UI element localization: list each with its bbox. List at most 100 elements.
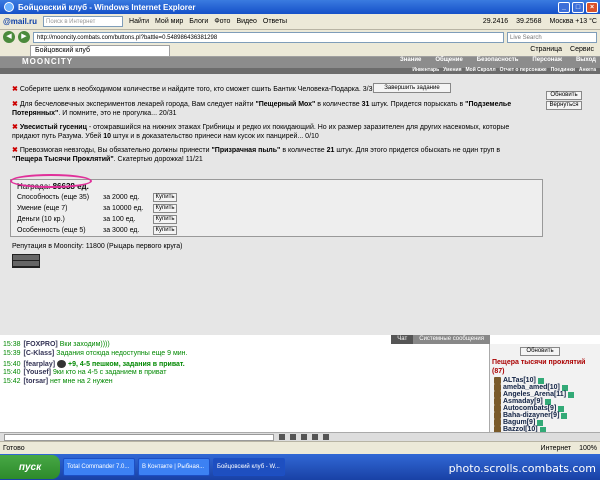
menu-exit[interactable]: Выход xyxy=(576,57,596,63)
info-icon xyxy=(537,419,544,426)
start-button[interactable]: пуск xyxy=(0,455,60,479)
menu-character[interactable]: Персонаж xyxy=(532,57,562,63)
chat-message: 15:40 [Yousef] 9ки кто на 4-5 с заданием … xyxy=(3,369,167,376)
list-item[interactable]: ameba_amed[10] xyxy=(494,384,568,391)
send-icon[interactable] xyxy=(279,434,285,440)
chat-input[interactable] xyxy=(4,433,274,441)
list-item[interactable]: Baha-dizayner[9] xyxy=(494,412,568,419)
list-refresh-button[interactable]: Обновить xyxy=(520,347,560,356)
mailbar-item-blogs[interactable]: Блоги xyxy=(189,18,208,25)
avatar-icon xyxy=(494,419,501,426)
counter-badge xyxy=(12,254,40,268)
avatar-icon xyxy=(494,391,501,398)
menu-security[interactable]: Безопасность xyxy=(477,57,519,63)
chat-nick[interactable]: [FOXPRO] xyxy=(24,341,58,348)
avatar-icon xyxy=(494,405,501,412)
reputation-text: Репутация в Mooncity: 11800 (Рыцарь перв… xyxy=(12,243,183,250)
status-text: Готово xyxy=(3,444,25,452)
info-icon xyxy=(568,391,575,398)
list-item[interactable]: ALTas[10] xyxy=(494,377,544,384)
reward-row: Способность (еще 35) за 2000 ед. Купить xyxy=(17,193,177,202)
buy-skill-button[interactable]: Купить xyxy=(153,204,177,213)
maximize-button[interactable]: □ xyxy=(572,1,584,13)
settings-icon[interactable] xyxy=(323,434,329,440)
window-title: Бойцовский клуб - Windows Internet Explo… xyxy=(18,2,196,12)
currency-rate-usd: 29.2416 xyxy=(482,18,509,25)
game-sub-menu: Инвентарь Умения Мой Скролл Отчет о перс… xyxy=(0,67,600,74)
menu-chat[interactable]: Общение xyxy=(435,57,462,63)
live-search-input[interactable]: Live Search xyxy=(507,31,597,43)
submenu-battles[interactable]: Поединки xyxy=(551,67,575,73)
quest-caterpillar: ✖ Увесистый гусениц - отожравшийся на ни… xyxy=(12,124,510,140)
clear-icon[interactable] xyxy=(301,434,307,440)
list-item[interactable]: Angeles_Arena[11] xyxy=(494,391,575,398)
chat-nick[interactable]: [Yousef] xyxy=(24,369,51,376)
mailbar-item-photo[interactable]: Фото xyxy=(214,18,230,25)
tab-system-messages[interactable]: Системные сообщения xyxy=(413,335,490,344)
buy-ability-button[interactable]: Купить xyxy=(153,193,177,202)
smile-icon[interactable] xyxy=(290,434,296,440)
zoom-level[interactable]: 100% xyxy=(579,445,597,452)
url-input[interactable]: http://mooncity.combats.com/buttons.pl?b… xyxy=(33,31,504,43)
list-item[interactable]: Autocombats[9] xyxy=(494,405,565,412)
close-button[interactable]: × xyxy=(586,1,598,13)
mail-toolbar: @mail.ru Поиск в Интернет Найти Мой мир … xyxy=(0,14,600,30)
address-bar: ◀ ▶ http://mooncity.combats.com/buttons.… xyxy=(0,30,600,44)
weather-label: Москва +13 °C xyxy=(549,18,597,25)
avatar-icon xyxy=(494,377,501,384)
task-total-commander[interactable]: Total Commander 7.0... xyxy=(63,458,135,476)
info-icon xyxy=(561,384,568,391)
mailru-logo[interactable]: @mail.ru xyxy=(3,17,37,26)
return-button[interactable]: Вернуться xyxy=(546,101,582,110)
menu-knowledge[interactable]: Знание xyxy=(400,57,421,63)
game-brand: MOONCITY xyxy=(22,57,74,66)
mailbar-item-myworld[interactable]: Мой мир xyxy=(155,18,183,25)
minimize-button[interactable]: _ xyxy=(558,1,570,13)
list-item[interactable]: Bagum[9] xyxy=(494,419,544,426)
tab-combats[interactable]: Бойцовский клуб xyxy=(30,45,170,56)
chat-nick[interactable]: [C-Klass] xyxy=(24,350,55,357)
tools-menu[interactable]: Сервис xyxy=(570,44,594,56)
player-list: Обновить Пещера тысячи проклятий (87) AL… xyxy=(489,344,600,433)
status-bar: Готово Интернет 100% xyxy=(0,441,600,454)
watermark-text: photo.scrolls.combats.com xyxy=(448,462,596,475)
filter-icon[interactable] xyxy=(312,434,318,440)
chat-nick[interactable]: [fearplay] xyxy=(24,361,56,368)
quest-silk-text: Соберите шелк в необходимом количестве и… xyxy=(19,86,373,93)
submenu-skills[interactable]: Умения xyxy=(443,67,461,73)
refresh-button[interactable]: Обновить xyxy=(546,91,582,100)
submenu-report[interactable]: Отчет о персонаже xyxy=(500,67,547,73)
highlight-ellipse xyxy=(10,174,92,188)
back-button[interactable]: ◀ xyxy=(3,31,15,43)
mailbar-item-answers[interactable]: Ответы xyxy=(263,18,287,25)
info-icon xyxy=(537,377,544,384)
list-item[interactable]: Asmaday[9] xyxy=(494,398,551,405)
tab-chat[interactable]: Чат xyxy=(391,335,414,344)
player-count: (87) xyxy=(492,368,505,375)
reward-row: Умение (еще 7) за 10000 ед. Купить xyxy=(17,204,177,213)
info-icon xyxy=(561,412,568,419)
chat-input-bar xyxy=(0,432,600,441)
window-titlebar: Бойцовский клуб - Windows Internet Explo… xyxy=(0,0,600,14)
mailbar-item-video[interactable]: Видео xyxy=(236,18,256,25)
find-button[interactable]: Найти xyxy=(129,18,149,25)
task-vkontakte[interactable]: В Контакте | Рыбная... xyxy=(138,458,210,476)
buy-feature-button[interactable]: Купить xyxy=(153,226,177,235)
info-icon xyxy=(544,398,551,405)
chat-message: 15:40 [fearplay] +9, 4-5 пешком, задания в… xyxy=(3,360,185,368)
submenu-scroll[interactable]: Мой Скролл xyxy=(466,67,496,73)
reward-row: Особенность (еще 5) за 3000 ед. Купить xyxy=(17,226,177,235)
submenu-inventory[interactable]: Инвентарь xyxy=(412,67,439,73)
task-combats[interactable]: Бойцовский клуб - W... xyxy=(213,458,285,476)
submenu-profile[interactable]: Анкета xyxy=(579,67,596,73)
forward-button[interactable]: ▶ xyxy=(18,31,30,43)
avatar-icon xyxy=(494,398,501,405)
page-menu[interactable]: Страница xyxy=(530,44,562,56)
chat-panel: Чат Системные сообщения 15:38 [FOXPRO] Вк… xyxy=(0,335,600,441)
search-input[interactable]: Поиск в Интернет xyxy=(43,16,124,27)
avatar-icon xyxy=(494,412,501,419)
complete-quest-button[interactable]: Завершить задание xyxy=(373,83,451,93)
buy-money-button[interactable]: Купить xyxy=(153,215,177,224)
skull-icon xyxy=(57,360,67,368)
chat-nick[interactable]: [torsar] xyxy=(24,378,49,385)
